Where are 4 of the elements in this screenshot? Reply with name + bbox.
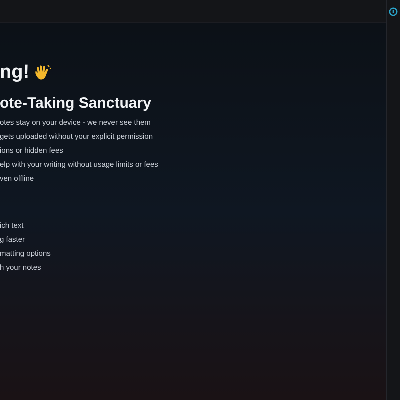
- section-title: ote-Taking Sanctuary: [0, 96, 152, 111]
- greeting-heading: ng!: [0, 63, 30, 82]
- waving-hand-icon: [34, 64, 52, 82]
- info-icon[interactable]: [389, 7, 398, 17]
